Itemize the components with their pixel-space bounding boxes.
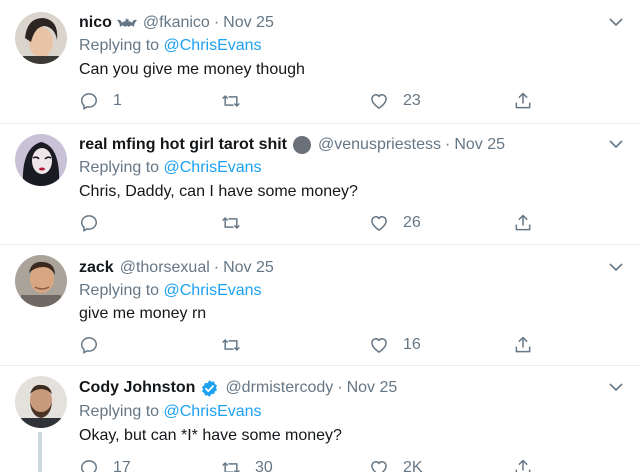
share-button[interactable]: [513, 334, 533, 356]
replying-to: Replying to @ChrisEvans: [79, 35, 262, 57]
tweet-header: zack @thorsexual · Nov 25: [79, 257, 274, 279]
avatar[interactable]: [15, 255, 67, 307]
replying-label: Replying to: [79, 282, 160, 299]
reply-icon: [79, 91, 99, 111]
user-handle[interactable]: @venuspriestess: [318, 134, 441, 156]
separator-dot: ·: [444, 136, 451, 153]
tweet-date[interactable]: Nov 25: [454, 134, 505, 156]
like-icon: [369, 213, 389, 233]
replying-to: Replying to @ChrisEvans: [79, 157, 262, 179]
avatar[interactable]: [15, 12, 67, 64]
tweet-header: real mfing hot girl tarot shit @venuspri…: [79, 134, 505, 156]
chevron-down-icon[interactable]: [606, 377, 626, 397]
like-count: 16: [403, 336, 421, 353]
chevron-down-icon[interactable]: [606, 12, 626, 32]
reply-count: 1: [113, 92, 122, 109]
replying-to: Replying to @ChrisEvans: [79, 401, 262, 423]
bat-emoji-icon: [116, 17, 137, 29]
like-button[interactable]: 23: [369, 90, 421, 112]
retweet-button[interactable]: [221, 212, 255, 234]
retweet-icon: [221, 458, 241, 472]
display-name[interactable]: nico: [79, 12, 112, 34]
tweet-text: Okay, but can *I* have some money?: [79, 427, 342, 444]
mention-link[interactable]: @ChrisEvans: [164, 159, 262, 176]
mention-link[interactable]: @ChrisEvans: [164, 37, 262, 54]
avatar[interactable]: [15, 376, 67, 428]
retweet-icon: [221, 91, 241, 111]
like-count: 23: [403, 92, 421, 109]
tweet-header: Cody Johnston @drmistercody · Nov 25: [79, 377, 397, 399]
chevron-down-icon[interactable]: [606, 134, 626, 154]
verified-badge-icon: [200, 379, 219, 398]
tweet-actions: 26: [79, 212, 539, 234]
tweet-text: Chris, Daddy, can I have some money?: [79, 183, 358, 200]
replying-label: Replying to: [79, 403, 160, 420]
reply-button[interactable]: [79, 334, 113, 356]
tweet-4[interactable]: Cody Johnston @drmistercody · Nov 25 Rep…: [0, 366, 640, 472]
like-button[interactable]: 26: [369, 212, 421, 234]
user-handle[interactable]: @drmistercody: [225, 377, 333, 399]
like-count: 2K: [403, 459, 423, 472]
separator-dot: ·: [213, 259, 220, 276]
separator-dot: ·: [213, 14, 220, 31]
reply-button[interactable]: 17: [79, 457, 131, 472]
replying-label: Replying to: [79, 37, 160, 54]
tweet-date[interactable]: Nov 25: [223, 12, 274, 34]
share-icon: [513, 335, 533, 355]
tweet-text: give me money rn: [79, 305, 207, 322]
like-button[interactable]: 16: [369, 334, 421, 356]
tweet-text: Can you give me money though: [79, 61, 305, 78]
tweet-3[interactable]: zack @thorsexual · Nov 25 Replying to @C…: [0, 245, 640, 366]
retweet-icon: [221, 335, 241, 355]
retweet-button[interactable]: [221, 334, 255, 356]
user-handle[interactable]: @fkanico: [143, 12, 210, 34]
reply-button[interactable]: [79, 212, 113, 234]
circle-emoji-icon: [292, 135, 312, 155]
reply-icon: [79, 213, 99, 233]
chevron-down-icon[interactable]: [606, 257, 626, 277]
share-icon: [513, 458, 533, 472]
retweet-button[interactable]: 30: [221, 457, 273, 472]
share-button[interactable]: [513, 90, 533, 112]
retweet-icon: [221, 213, 241, 233]
display-name[interactable]: zack: [79, 257, 114, 279]
tweet-date[interactable]: Nov 25: [347, 377, 398, 399]
share-icon: [513, 213, 533, 233]
share-button[interactable]: [513, 212, 533, 234]
user-handle[interactable]: @thorsexual: [120, 257, 210, 279]
reply-count: 17: [113, 459, 131, 472]
reply-button[interactable]: 1: [79, 90, 122, 112]
avatar[interactable]: [15, 134, 67, 186]
tweet-actions: 1 23: [79, 90, 539, 112]
tweet-actions: 16: [79, 334, 539, 356]
thread-line: [38, 432, 42, 472]
tweet-date[interactable]: Nov 25: [223, 257, 274, 279]
display-name[interactable]: real mfing hot girl tarot shit: [79, 134, 287, 156]
share-button[interactable]: [513, 457, 533, 472]
separator-dot: ·: [337, 379, 343, 396]
retweet-count: 30: [255, 459, 273, 472]
tweet-header: nico @fkanico · Nov 25: [79, 12, 274, 34]
reply-icon: [79, 335, 99, 355]
like-icon: [369, 458, 389, 472]
like-button[interactable]: 2K: [369, 457, 423, 472]
replying-to: Replying to @ChrisEvans: [79, 280, 262, 302]
display-name[interactable]: Cody Johnston: [79, 377, 195, 399]
mention-link[interactable]: @ChrisEvans: [164, 282, 262, 299]
reply-icon: [79, 458, 99, 472]
share-icon: [513, 91, 533, 111]
like-count: 26: [403, 214, 421, 231]
like-icon: [369, 335, 389, 355]
replying-label: Replying to: [79, 159, 160, 176]
tweet-1[interactable]: nico @fkanico · Nov 25 Replying to @Chri…: [0, 0, 640, 124]
retweet-button[interactable]: [221, 90, 255, 112]
tweet-actions: 17 30 2K: [79, 457, 539, 472]
like-icon: [369, 91, 389, 111]
mention-link[interactable]: @ChrisEvans: [164, 403, 262, 420]
tweet-2[interactable]: real mfing hot girl tarot shit @venuspri…: [0, 124, 640, 245]
